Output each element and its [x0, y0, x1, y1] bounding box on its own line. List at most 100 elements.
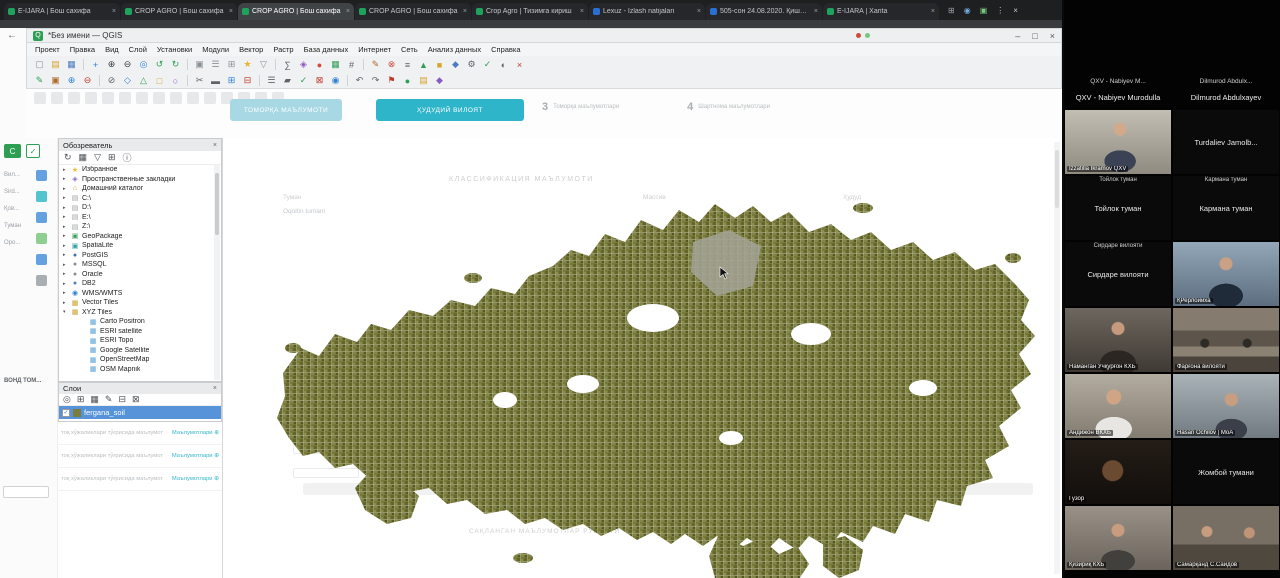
toolbar-icon[interactable]: ◆ — [449, 58, 462, 71]
toolbar-icon[interactable]: ⊞ — [948, 6, 955, 15]
toolbar-icon[interactable]: ▦ — [329, 58, 342, 71]
browser-tab[interactable]: E-IJARA | Бош сахифа × — [4, 3, 120, 20]
toolbar-icon[interactable]: ◐ — [497, 58, 510, 71]
browser-tree-item[interactable]: ▸ ● PostGIS — [59, 251, 214, 261]
menu-item[interactable]: Правка — [70, 45, 95, 54]
tab-close-icon[interactable]: × — [697, 8, 701, 15]
toolbar-icon[interactable]: ▢ — [33, 58, 46, 71]
sidebar-icon[interactable] — [36, 233, 47, 244]
toolbar-icon[interactable]: ⋮ — [996, 6, 1004, 15]
tab-close-icon[interactable]: × — [112, 8, 116, 15]
toolbar-icon[interactable]: ▤ — [49, 58, 62, 71]
browser-tree-item[interactable]: ▸ ▤ Z:\ — [59, 222, 214, 232]
toolbar-icon[interactable]: ↷ — [369, 74, 382, 87]
back-icon[interactable]: ← — [7, 30, 17, 41]
toolbar-icon[interactable]: ★ — [241, 58, 254, 71]
panel-icon[interactable]: ↻ — [64, 152, 72, 163]
video-tile[interactable]: Izzatilla Ikramov QXV Izzatilla Ikramov … — [1065, 110, 1171, 174]
panel-icon[interactable]: ⊞ — [77, 394, 85, 405]
toolbar-icon[interactable]: ≡ — [401, 58, 414, 71]
toolbar-icon[interactable]: ● — [313, 58, 326, 71]
toolbar-icon[interactable]: ◉ — [329, 74, 342, 87]
toolbar-icon[interactable]: ✎ — [33, 74, 46, 87]
expander-icon[interactable]: ▸ — [63, 186, 68, 192]
layer-item-fergana-soil[interactable]: ✓ fergana_soil — [59, 406, 221, 419]
panel-icon[interactable]: ✎ — [105, 394, 113, 405]
video-tile[interactable]: Фарғона вилояти Фарғона вилояти — [1173, 308, 1279, 372]
browser-tree-item[interactable]: ▦ OSM Mapnik — [59, 365, 214, 375]
toolbar-icon[interactable]: × — [513, 58, 526, 71]
toolbar-icon[interactable]: △ — [137, 74, 150, 87]
sidebar-icon[interactable] — [36, 254, 47, 265]
expander-icon[interactable]: ▸ — [63, 233, 68, 239]
expander-icon[interactable]: ▸ — [63, 281, 68, 287]
browser-tree-item[interactable]: ▸ ● MSSQL — [59, 260, 214, 270]
toolbar-icon[interactable]: × — [1013, 6, 1018, 15]
menu-item[interactable]: Сеть — [401, 45, 418, 54]
table-row[interactable]: тоқ хўжаликлари тўғрисида маълумот Маълу… — [58, 468, 222, 491]
browser-tree-item[interactable]: ▸ ▦ Vector Tiles — [59, 298, 214, 308]
expander-icon[interactable]: ▸ — [63, 214, 68, 220]
browser-tab[interactable]: CROP AGRO | Бош сахифа × — [121, 3, 237, 20]
toolbar-icon[interactable]: ⊖ — [121, 58, 134, 71]
browser-tree-item[interactable]: ▸ ◈ Пространственные закладки — [59, 175, 214, 185]
panel-icon[interactable]: ⓘ — [123, 151, 132, 164]
panel-icon[interactable]: ▽ — [94, 152, 101, 163]
expander-icon[interactable]: ▸ — [63, 252, 68, 258]
sidebar-icon[interactable] — [36, 170, 47, 181]
table-row[interactable]: тоқ хўжаликлари тўғрисида маълумот Маълу… — [58, 422, 222, 445]
scrollbar-thumb[interactable] — [215, 173, 219, 235]
toolbar-icon[interactable]: ∑ — [281, 58, 294, 71]
video-tile[interactable]: Гузор Гузор — [1065, 440, 1171, 504]
menu-item[interactable]: Растр — [273, 45, 293, 54]
browser-tree-item[interactable]: ▸ ◉ WMS/WMTS — [59, 289, 214, 299]
browser-tree-item[interactable]: ▸ ▤ D:\ — [59, 203, 214, 213]
toolbar-icon[interactable]: ✂ — [193, 74, 206, 87]
menu-item[interactable]: Проект — [35, 45, 60, 54]
toolbar-icon[interactable]: ■ — [433, 58, 446, 71]
browser-tree-item[interactable]: ▦ ESRI satellite — [59, 327, 214, 337]
toolbar-icon[interactable]: ⊠ — [313, 74, 326, 87]
toolbar-icon[interactable]: ▽ — [257, 58, 270, 71]
close-icon[interactable]: × — [213, 385, 217, 392]
map-canvas[interactable]: КЛАССИФИКАЦИЯ МАЪЛУМОТИ Туман Oqoltin tu… — [222, 138, 1062, 578]
row-link[interactable]: Маълумотлари ⊕ — [172, 430, 219, 436]
browser-tree-item[interactable]: ▾ ▦ XYZ Tiles — [59, 308, 214, 318]
webpage-button[interactable]: ҲУДУДИЙ ВИЛОЯТ — [376, 99, 524, 121]
toolbar-icon[interactable]: ⚑ — [385, 74, 398, 87]
browser-tree-item[interactable]: ▦ OpenStreetMap — [59, 355, 214, 365]
browser-tree-item[interactable]: ▦ ESRI Topo — [59, 336, 214, 346]
tab-close-icon[interactable]: × — [931, 8, 935, 15]
panel-icon[interactable]: ⊞ — [108, 152, 116, 163]
video-tile[interactable]: Тойлок туман Тойлок туман Тойлок туман — [1065, 176, 1171, 240]
panel-icon[interactable]: □ — [1032, 31, 1037, 41]
toolbar-icon[interactable]: ⊞ — [225, 58, 238, 71]
scrollbar[interactable] — [214, 165, 220, 380]
toolbar-icon[interactable]: ☰ — [265, 74, 278, 87]
browser-tab[interactable]: E-IJARA | Xarita × — [823, 3, 939, 20]
toolbar-icon[interactable]: ▰ — [281, 74, 294, 87]
toolbar-icon[interactable]: ↻ — [169, 58, 182, 71]
toolbar-icon[interactable]: # — [345, 58, 358, 71]
toolbar-icon[interactable]: ⚙ — [465, 58, 478, 71]
menu-item[interactable]: Справка — [491, 45, 520, 54]
toolbar-icon[interactable]: ✓ — [297, 74, 310, 87]
video-tile[interactable]: Андижон ВКХБ Андижон ВКХБ — [1065, 374, 1171, 438]
browser-tab[interactable]: CROP AGRO | Бош сахифа × — [355, 3, 471, 20]
browser-tree-item[interactable]: ▸ ⌂ Домашний каталог — [59, 184, 214, 194]
browser-tree-item[interactable]: ▸ ▤ E:\ — [59, 213, 214, 223]
tab-close-icon[interactable]: × — [229, 8, 233, 15]
toolbar-icon[interactable]: ⊘ — [105, 74, 118, 87]
browser-tab[interactable]: CROP AGRO | Бош сахифа × — [238, 3, 354, 20]
expander-icon[interactable]: ▸ — [63, 300, 68, 306]
browser-tree-item[interactable]: ▸ ▤ C:\ — [59, 194, 214, 204]
browser-tab[interactable]: Lexuz - Izlash natijalari × — [589, 3, 705, 20]
toolbar-icon[interactable]: ↺ — [153, 58, 166, 71]
toolbar-icon[interactable]: ◆ — [433, 74, 446, 87]
toolbar-icon[interactable]: ◈ — [297, 58, 310, 71]
panel-icon[interactable]: ⊟ — [118, 394, 126, 405]
browser-tree-item[interactable]: ▸ ▣ GeoPackage — [59, 232, 214, 242]
sidebar-icon[interactable] — [36, 275, 47, 286]
tab-close-icon[interactable]: × — [463, 8, 467, 15]
expander-icon[interactable]: ▸ — [63, 195, 68, 201]
